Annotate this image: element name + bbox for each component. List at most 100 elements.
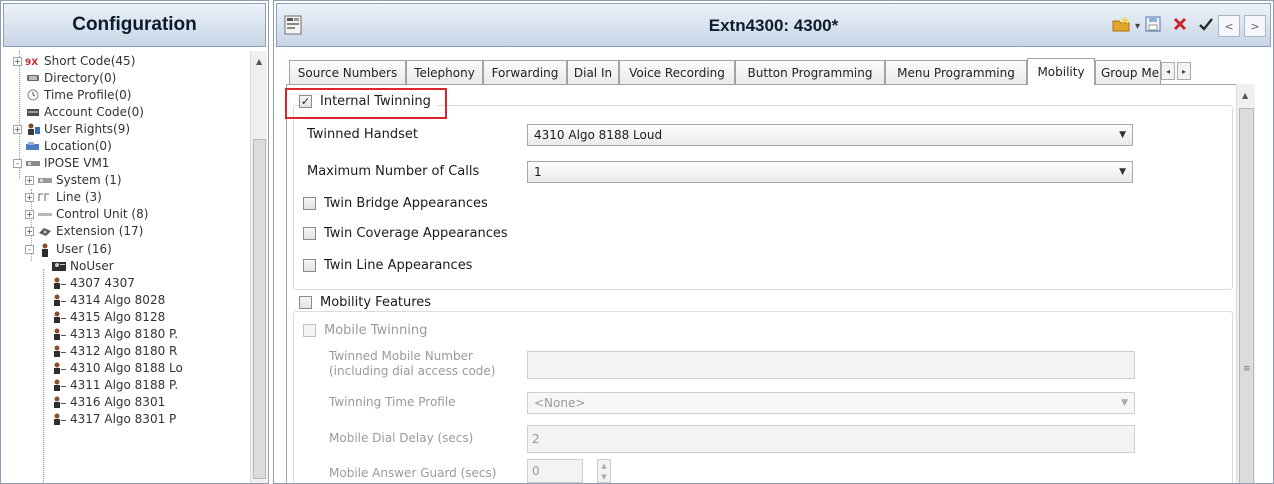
delete-button[interactable] <box>1172 15 1188 37</box>
twinning-time-profile-select[interactable]: <None> ▼ <box>527 392 1135 414</box>
tree-item-directory[interactable]: Directory(0) <box>25 70 116 86</box>
twinned-handset-select[interactable]: 4310 Algo 8188 Loud ▼ <box>527 124 1133 146</box>
collapse-icon[interactable]: - <box>13 158 22 168</box>
save-button[interactable] <box>1144 15 1162 37</box>
tree-item-user[interactable]: - User (16) <box>25 241 112 257</box>
directory-icon <box>25 72 41 84</box>
twin-coverage-checkbox[interactable]: Twin Coverage Appearances <box>303 226 508 241</box>
mobile-dial-delay-input[interactable]: 2 <box>527 425 1135 453</box>
twin-line-checkbox[interactable]: Twin Line Appearances <box>303 258 472 273</box>
tab-strip: Source Numbers Telephony Forwarding Dial… <box>286 58 1268 85</box>
system-icon <box>37 174 53 186</box>
new-item-icon <box>1111 15 1131 37</box>
tree-item-user-4307[interactable]: 4307 4307 <box>51 275 135 291</box>
expand-icon[interactable]: + <box>13 56 22 66</box>
twinned-mobile-number-input[interactable] <box>527 351 1135 379</box>
next-button[interactable]: > <box>1244 15 1266 37</box>
tree-item-user-4311[interactable]: 4311 Algo 8188 P. <box>51 377 178 393</box>
tree-item-user-4313[interactable]: 4313 Algo 8180 P. <box>51 326 178 342</box>
configuration-panel: Configuration + 9X Short Code(45) Direct… <box>0 0 269 484</box>
expand-icon[interactable]: + <box>25 209 34 219</box>
dropdown-button[interactable]: ▾ <box>1135 15 1140 37</box>
tab-voice-recording[interactable]: Voice Recording <box>619 60 735 84</box>
tab-telephony[interactable]: Telephony <box>406 60 483 84</box>
content-scrollbar[interactable]: ▲ ≡ <box>1236 84 1255 483</box>
tree-item-label: Short Code(45) <box>44 54 136 68</box>
tree-item-ipose-vm1[interactable]: - IPOSE VM1 <box>13 155 109 171</box>
twin-bridge-checkbox[interactable]: Twin Bridge Appearances <box>303 196 488 211</box>
next-label: > <box>1250 19 1260 33</box>
delete-icon <box>1172 16 1188 36</box>
tree-item-extension[interactable]: + Extension (17) <box>25 223 143 239</box>
tab-group-membership[interactable]: Group Me <box>1095 60 1161 84</box>
tree-scrollbar-thumb[interactable] <box>253 139 266 479</box>
tab-menu-programming[interactable]: Menu Programming <box>885 60 1027 84</box>
tab-label: Group Me <box>1101 65 1160 80</box>
tree-item-user-4315[interactable]: 4315 Algo 8128 <box>51 309 165 325</box>
tab-source-numbers[interactable]: Source Numbers <box>289 60 406 84</box>
tree-item-short-code[interactable]: + 9X Short Code(45) <box>13 53 135 69</box>
spin-down-icon[interactable]: ▼ <box>601 473 606 481</box>
tab-button-programming[interactable]: Button Programming <box>735 60 885 84</box>
twinned-handset-label: Twinned Handset <box>307 127 418 142</box>
mobility-features-label: Mobility Features <box>320 295 432 310</box>
tree-item-user-4316[interactable]: 4316 Algo 8301 <box>51 394 165 410</box>
mobile-dial-delay-value: 2 <box>532 432 540 446</box>
tree-item-user-4317[interactable]: 4317 Algo 8301 P <box>51 411 176 427</box>
mobile-answer-guard-label: Mobile Answer Guard (secs) <box>329 466 497 480</box>
tab-scroll-right-button[interactable]: ▸ <box>1177 62 1191 80</box>
expand-icon[interactable]: + <box>25 226 34 236</box>
twinned-mobile-number-sublabel: (including dial access code) <box>329 364 496 378</box>
user-rights-icon <box>25 123 41 135</box>
scroll-up-arrow-icon[interactable]: ▲ <box>256 57 262 66</box>
tree-item-label: 4310 Algo 8188 Lo <box>70 361 183 375</box>
tree-item-system[interactable]: + System (1) <box>25 172 122 188</box>
tree-item-user-4312[interactable]: 4312 Algo 8180 R <box>51 343 177 359</box>
expand-icon[interactable]: + <box>25 175 34 185</box>
tree-item-user-rights[interactable]: + User Rights(9) <box>13 121 130 137</box>
mobile-twinning-label: Mobile Twinning <box>324 323 428 338</box>
tree-item-user-4310[interactable]: 4310 Algo 8188 Lo <box>51 360 183 376</box>
twinning-time-profile-label: Twinning Time Profile <box>329 395 456 409</box>
tab-label: Mobility <box>1037 65 1085 79</box>
tab-label: Button Programming <box>747 65 873 80</box>
max-calls-select[interactable]: 1 ▼ <box>527 161 1133 183</box>
scroll-up-arrow-icon[interactable]: ▲ <box>1242 91 1248 100</box>
mobile-answer-guard-spinner[interactable]: ▲ ▼ <box>597 459 611 483</box>
tree-item-label: Extension (17) <box>56 224 144 238</box>
tree-item-label: 4316 Algo 8301 <box>70 395 166 409</box>
tree-item-line[interactable]: + Line (3) <box>25 189 102 205</box>
expand-icon[interactable]: + <box>25 192 34 202</box>
tree-item-label: 4311 Algo 8188 P. <box>70 378 179 392</box>
tree-item-user-4314[interactable]: 4314 Algo 8028 <box>51 292 165 308</box>
tree-item-label: Control Unit (8) <box>56 207 149 221</box>
tree-item-time-profile[interactable]: Time Profile(0) <box>25 87 132 103</box>
tab-mobility[interactable]: Mobility <box>1027 58 1095 85</box>
mobility-features-checkbox[interactable]: Mobility Features <box>299 295 438 310</box>
tab-forwarding[interactable]: Forwarding <box>483 60 567 84</box>
chevron-down-icon: ▼ <box>1119 167 1126 177</box>
tree-scrollbar[interactable]: ▲ <box>250 51 267 483</box>
tree-item-account-code[interactable]: Account Code(0) <box>25 104 144 120</box>
content-scrollbar-thumb[interactable]: ≡ <box>1239 108 1254 483</box>
mobile-twinning-checkbox[interactable]: Mobile Twinning <box>303 323 427 338</box>
collapse-icon[interactable]: - <box>25 244 34 254</box>
tree-item-label: Account Code(0) <box>44 105 144 119</box>
tree-item-control-unit[interactable]: + Control Unit (8) <box>25 206 148 222</box>
user-icon <box>51 311 67 323</box>
tab-dial-in[interactable]: Dial In <box>567 60 619 84</box>
spin-up-icon[interactable]: ▲ <box>601 462 606 470</box>
chevron-down-icon: ▼ <box>1119 130 1126 140</box>
new-item-button[interactable] <box>1111 15 1131 37</box>
tree-item-label: User Rights(9) <box>44 122 131 136</box>
tab-scroll-left-button[interactable]: ◂ <box>1161 62 1175 80</box>
previous-button[interactable]: < <box>1218 15 1240 37</box>
ok-button[interactable] <box>1198 15 1214 37</box>
tree-item-label: 4314 Algo 8028 <box>70 293 166 307</box>
tree-item-location[interactable]: Location(0) <box>25 138 112 154</box>
expand-icon[interactable]: + <box>13 124 22 134</box>
tree-item-nouser[interactable]: NoUser <box>51 258 114 274</box>
mobile-answer-guard-input[interactable]: 0 <box>527 459 583 483</box>
chevron-right-icon: ▸ <box>1181 66 1186 76</box>
tab-label: Dial In <box>573 65 613 80</box>
